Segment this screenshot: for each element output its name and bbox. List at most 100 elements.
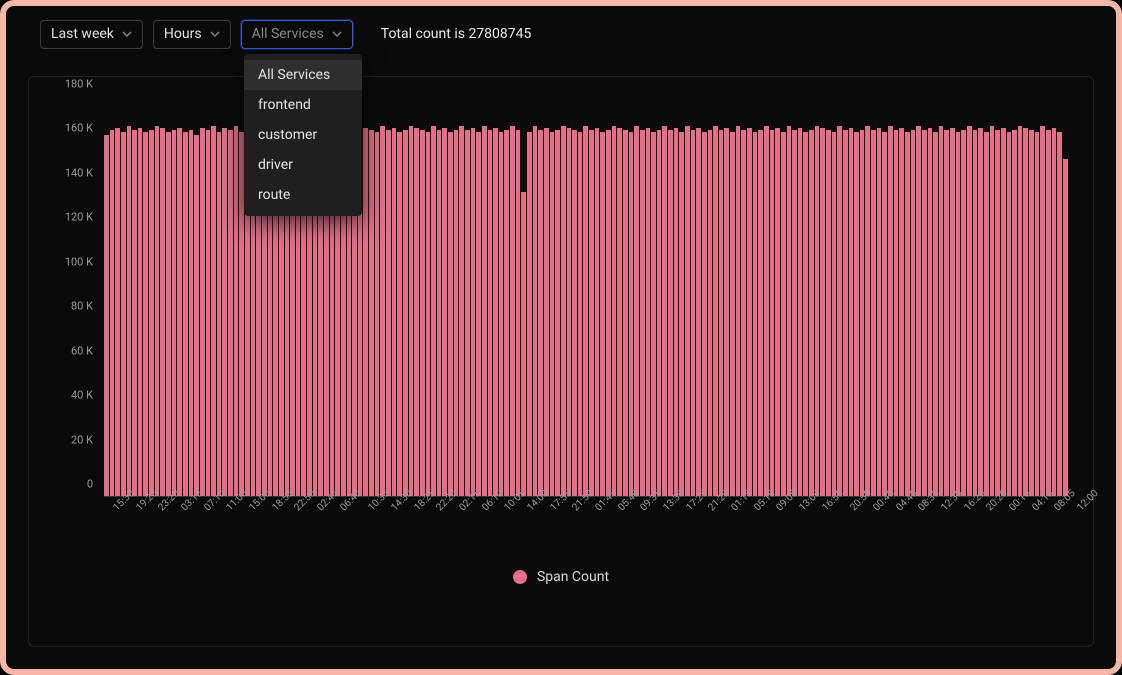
bar[interactable]: [933, 132, 938, 496]
bar[interactable]: [798, 128, 803, 496]
bar[interactable]: [922, 130, 927, 496]
bar[interactable]: [815, 126, 820, 496]
bar[interactable]: [837, 126, 842, 496]
dropdown-option[interactable]: driver: [244, 150, 362, 180]
bar[interactable]: [882, 132, 887, 496]
bar[interactable]: [849, 128, 854, 496]
bar[interactable]: [397, 132, 402, 496]
bar[interactable]: [499, 132, 504, 496]
bar[interactable]: [132, 130, 137, 496]
bar[interactable]: [431, 126, 436, 496]
bar[interactable]: [770, 130, 775, 496]
bar[interactable]: [363, 128, 368, 496]
bar[interactable]: [702, 132, 707, 496]
bar[interactable]: [1018, 126, 1023, 496]
bar[interactable]: [719, 130, 724, 496]
bar[interactable]: [826, 130, 831, 496]
bar[interactable]: [995, 130, 1000, 496]
bar[interactable]: [1023, 128, 1028, 496]
bar[interactable]: [222, 128, 227, 496]
bar[interactable]: [634, 126, 639, 496]
bar[interactable]: [939, 126, 944, 496]
bar[interactable]: [211, 126, 216, 496]
bar[interactable]: [865, 126, 870, 496]
bar[interactable]: [572, 130, 577, 496]
bar[interactable]: [646, 128, 651, 496]
bar[interactable]: [194, 135, 199, 496]
bar[interactable]: [1052, 128, 1057, 496]
bar[interactable]: [561, 126, 566, 496]
bar[interactable]: [488, 130, 493, 496]
bar[interactable]: [640, 130, 645, 496]
bar[interactable]: [1035, 132, 1040, 496]
bar[interactable]: [871, 130, 876, 496]
bar[interactable]: [911, 130, 916, 496]
bar[interactable]: [166, 132, 171, 496]
bar[interactable]: [228, 130, 233, 496]
bar[interactable]: [623, 130, 628, 496]
bar[interactable]: [787, 126, 792, 496]
bar[interactable]: [578, 132, 583, 496]
bar[interactable]: [617, 128, 622, 496]
dropdown-option[interactable]: route: [244, 180, 362, 210]
bar[interactable]: [555, 130, 560, 496]
bar[interactable]: [465, 130, 470, 496]
bar[interactable]: [967, 126, 972, 496]
bar[interactable]: [736, 126, 741, 496]
bar[interactable]: [392, 128, 397, 496]
bar[interactable]: [138, 128, 143, 496]
bar[interactable]: [160, 128, 165, 496]
bar[interactable]: [589, 130, 594, 496]
bar[interactable]: [110, 130, 115, 496]
bar[interactable]: [775, 128, 780, 496]
bar[interactable]: [189, 130, 194, 496]
bar[interactable]: [516, 130, 521, 496]
bar[interactable]: [820, 128, 825, 496]
bar[interactable]: [442, 128, 447, 496]
bar[interactable]: [172, 130, 177, 496]
bar[interactable]: [454, 130, 459, 496]
bar[interactable]: [1057, 132, 1062, 496]
bar[interactable]: [657, 130, 662, 496]
bar[interactable]: [183, 132, 188, 496]
bar[interactable]: [753, 132, 758, 496]
bar[interactable]: [629, 132, 634, 496]
bar[interactable]: [1063, 159, 1068, 496]
bar[interactable]: [708, 130, 713, 496]
bar[interactable]: [121, 132, 126, 496]
bar[interactable]: [550, 132, 555, 496]
bar[interactable]: [521, 192, 526, 496]
bar[interactable]: [544, 128, 549, 496]
bar[interactable]: [200, 128, 205, 496]
bar[interactable]: [1001, 128, 1006, 496]
bar[interactable]: [471, 128, 476, 496]
bar[interactable]: [414, 128, 419, 496]
bar[interactable]: [741, 130, 746, 496]
bar[interactable]: [781, 132, 786, 496]
dropdown-option[interactable]: customer: [244, 120, 362, 150]
time-range-select[interactable]: Last week: [40, 20, 143, 49]
bar[interactable]: [115, 128, 120, 496]
bar[interactable]: [127, 126, 132, 496]
bar[interactable]: [437, 130, 442, 496]
bar[interactable]: [1007, 132, 1012, 496]
bar[interactable]: [691, 130, 696, 496]
dropdown-option[interactable]: All Services: [244, 60, 362, 90]
bar[interactable]: [956, 132, 961, 496]
bar[interactable]: [177, 128, 182, 496]
bar[interactable]: [990, 126, 995, 496]
bar[interactable]: [380, 126, 385, 496]
bar[interactable]: [234, 126, 239, 496]
bar[interactable]: [606, 130, 611, 496]
bar[interactable]: [668, 130, 673, 496]
bar[interactable]: [928, 128, 933, 496]
bar[interactable]: [860, 130, 865, 496]
bar[interactable]: [104, 135, 109, 496]
bar[interactable]: [973, 130, 978, 496]
bar[interactable]: [375, 132, 380, 496]
bar[interactable]: [538, 130, 543, 496]
bar[interactable]: [527, 132, 532, 496]
bar[interactable]: [944, 130, 949, 496]
bar[interactable]: [426, 132, 431, 496]
bar[interactable]: [809, 130, 814, 496]
